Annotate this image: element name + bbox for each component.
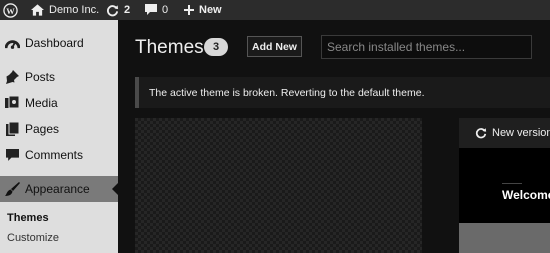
divider: [502, 183, 522, 184]
sidebar-item-posts[interactable]: Posts: [0, 64, 118, 90]
sidebar-item-comments[interactable]: Comments: [0, 142, 118, 168]
error-notice: The active theme is broken. Reverting to…: [135, 77, 550, 108]
theme-count-badge: 3: [204, 38, 228, 56]
sidebar-item-media[interactable]: Media: [0, 90, 118, 116]
sidebar-item-label: Appearance: [25, 182, 90, 196]
home-icon: [31, 4, 44, 16]
submenu-item-themes[interactable]: Themes: [7, 212, 49, 224]
updates-count: 2: [124, 4, 131, 16]
add-new-button[interactable]: Add New: [247, 36, 302, 57]
sidebar-item-label: Posts: [25, 70, 56, 84]
sidebar-item-appearance[interactable]: Appearance: [0, 176, 119, 202]
svg-text:W: W: [6, 5, 15, 15]
comment-icon: [4, 147, 20, 163]
pushpin-icon: [4, 69, 20, 85]
pages-icon: [4, 121, 20, 137]
submenu-item-customize[interactable]: Customize: [7, 232, 59, 244]
comment-icon: [145, 4, 157, 15]
refresh-icon: [106, 4, 119, 16]
update-text: New version: [492, 127, 550, 139]
preview-footer: [459, 223, 550, 253]
update-notice[interactable]: New version: [459, 118, 550, 148]
sidebar-item-label: Dashboard: [25, 36, 84, 50]
theme-card[interactable]: New version Welcome: [459, 118, 550, 253]
sidebar-item-label: Pages: [25, 122, 60, 136]
wordpress-icon: W: [3, 2, 18, 18]
dashboard-icon: [4, 35, 20, 51]
new-label: New: [199, 4, 222, 16]
notice-text: The active theme is broken. Reverting to…: [149, 86, 425, 99]
site-name-link[interactable]: Demo Inc.: [31, 0, 99, 20]
search-input[interactable]: Search installed themes...: [321, 35, 532, 59]
preview-heading: Welcome: [502, 188, 550, 202]
wordpress-logo-button[interactable]: W: [3, 0, 18, 20]
sidebar-item-dashboard[interactable]: Dashboard: [0, 30, 118, 56]
theme-card-screenshot[interactable]: [135, 118, 422, 253]
admin-sidebar: Dashboard Posts Media Pages Comments App…: [0, 20, 119, 253]
page-title: Themes: [135, 37, 204, 58]
sidebar-item-label: Comments: [25, 148, 84, 162]
sidebar-menu: Dashboard Posts Media Pages Comments: [0, 20, 118, 177]
site-name: Demo Inc.: [49, 4, 100, 16]
new-content-link[interactable]: New: [184, 0, 222, 20]
updates-link[interactable]: 2: [106, 0, 130, 20]
paintbrush-icon: [4, 181, 20, 197]
appearance-submenu: Themes Customize: [0, 202, 118, 253]
admin-bar: W Demo Inc. 2 0 New: [0, 0, 550, 20]
media-icon: [4, 95, 20, 111]
refresh-icon: [475, 127, 487, 139]
comments-count: 0: [162, 4, 169, 16]
theme-preview-image: Welcome: [459, 148, 550, 253]
comments-link[interactable]: 0: [145, 0, 168, 20]
sidebar-item-pages[interactable]: Pages: [0, 116, 118, 142]
plus-icon: [184, 5, 194, 15]
main-content: Themes 3 Add New Search installed themes…: [118, 20, 550, 253]
sidebar-item-label: Media: [25, 96, 58, 110]
